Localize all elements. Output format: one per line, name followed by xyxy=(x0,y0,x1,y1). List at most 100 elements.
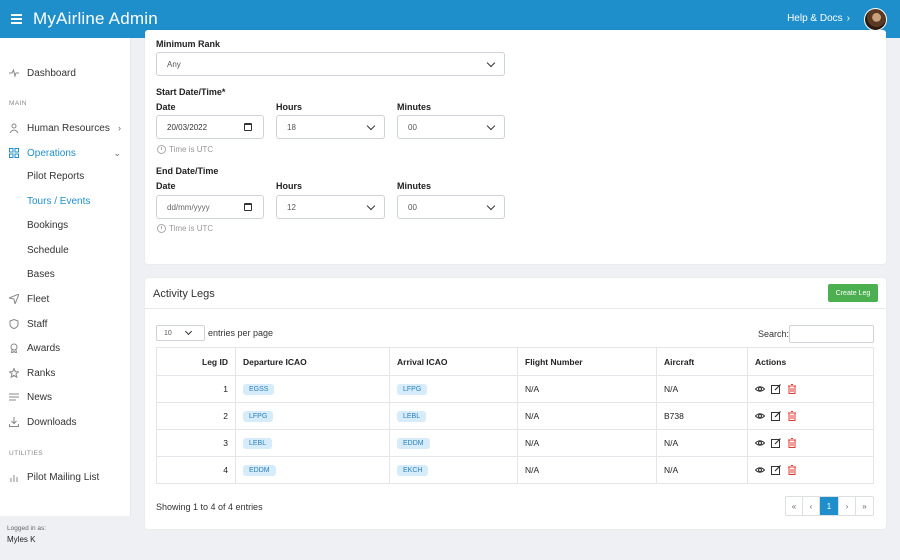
col-departure-icao[interactable]: Departure ICAO xyxy=(235,347,390,376)
trash-icon[interactable] xyxy=(787,384,797,394)
sidebar-item-dashboard[interactable]: Dashboard xyxy=(0,63,131,83)
sidebar-label: Staff xyxy=(27,318,48,330)
cell-flight-number: N/A xyxy=(517,429,657,457)
shield-icon xyxy=(9,318,19,330)
eye-icon[interactable] xyxy=(754,411,766,421)
start-date-input[interactable]: 20/03/2022 xyxy=(156,115,264,139)
calendar-icon[interactable] xyxy=(244,203,252,211)
calendar-icon[interactable] xyxy=(244,123,252,131)
sidebar-item-pilot-mailing-list[interactable]: Pilot Mailing List xyxy=(0,467,131,487)
trash-icon[interactable] xyxy=(787,438,797,448)
cell-leg-id: 1 xyxy=(156,375,236,403)
page-first-button[interactable]: « xyxy=(786,497,803,515)
col-arrival-icao[interactable]: Arrival ICAO xyxy=(389,347,518,376)
edit-icon[interactable] xyxy=(771,465,781,475)
icao-chip: EKCH xyxy=(397,465,429,476)
sidebar-sub-pilot-reports[interactable]: Pilot Reports xyxy=(27,171,84,182)
clock-icon xyxy=(157,224,166,233)
eye-icon[interactable] xyxy=(754,384,766,394)
page-1-button[interactable]: 1 xyxy=(820,497,839,515)
cell-departure-icao: LEBL xyxy=(235,429,390,457)
start-hours-label: Hours xyxy=(276,102,303,112)
min-rank-select[interactable]: Any xyxy=(156,52,505,76)
pagination: « ‹ 1 › » xyxy=(785,496,874,516)
start-minutes-value: 00 xyxy=(408,122,417,132)
sidebar-footer: Logged in as: Myles K xyxy=(0,516,131,560)
cell-flight-number: N/A xyxy=(517,375,657,403)
start-date-value: 20/03/2022 xyxy=(167,122,208,132)
cell-leg-id: 4 xyxy=(156,456,236,484)
legs-table: Leg ID Departure ICAO Arrival ICAO Fligh… xyxy=(156,347,874,484)
cell-arrival-icao: EKCH xyxy=(389,456,518,484)
trash-icon[interactable] xyxy=(787,411,797,421)
col-aircraft[interactable]: Aircraft xyxy=(656,347,748,376)
create-leg-button[interactable]: Create Leg xyxy=(828,284,878,302)
activity-legs-card: Activity Legs Create Leg 10 entries per … xyxy=(145,278,886,529)
trash-icon[interactable] xyxy=(787,465,797,475)
cell-aircraft: N/A xyxy=(656,456,748,484)
end-date-input[interactable]: dd/mm/yyyy xyxy=(156,195,264,219)
icao-chip: EGSS xyxy=(243,384,275,395)
sidebar-sub-tours-events[interactable]: Tours / Events xyxy=(27,196,90,207)
sidebar-sub-bookings[interactable]: Bookings xyxy=(27,220,68,231)
sidebar-sub-bases[interactable]: Bases xyxy=(27,269,55,280)
sidebar-label: Fleet xyxy=(27,293,50,305)
help-docs-link[interactable]: Help & Docs › xyxy=(787,13,850,24)
sidebar-sub-schedule[interactable]: Schedule xyxy=(27,245,69,256)
sidebar-item-ranks[interactable]: Ranks xyxy=(0,363,131,383)
app-title[interactable]: MyAirline Admin xyxy=(33,9,158,29)
sidebar-item-operations[interactable]: Operations ⌄ xyxy=(0,143,131,163)
cell-leg-id: 2 xyxy=(156,402,236,430)
chevron-down-icon xyxy=(366,121,376,131)
page-next-button[interactable]: › xyxy=(839,497,856,515)
user-avatar[interactable] xyxy=(864,8,887,31)
start-hours-select[interactable]: 18 xyxy=(276,115,385,139)
help-docs-label: Help & Docs xyxy=(787,13,843,24)
entries-per-page-label: entries per page xyxy=(208,328,274,338)
col-leg-id[interactable]: Leg ID xyxy=(156,347,236,376)
entries-per-page-select[interactable]: 10 xyxy=(156,325,205,341)
icao-chip: LEBL xyxy=(243,438,273,449)
col-flight-number[interactable]: Flight Number xyxy=(517,347,657,376)
cell-actions xyxy=(747,402,874,430)
end-minutes-select[interactable]: 00 xyxy=(397,195,505,219)
sidebar-section-main: MAIN xyxy=(9,100,27,107)
sidebar-label: Dashboard xyxy=(27,67,76,79)
sidebar-item-human-resources[interactable]: Human Resources › xyxy=(0,118,131,138)
chevron-down-icon xyxy=(486,201,496,211)
activity-legs-title: Activity Legs xyxy=(153,288,215,300)
icao-chip: LFPG xyxy=(397,384,428,395)
sidebar-label: Human Resources xyxy=(27,122,110,134)
sidebar-item-fleet[interactable]: Fleet xyxy=(0,289,131,309)
edit-icon[interactable] xyxy=(771,384,781,394)
cell-departure-icao: LFPG xyxy=(235,402,390,430)
sidebar-section-utilities: UTILITIES xyxy=(9,450,43,457)
start-hours-value: 18 xyxy=(287,122,296,132)
page-last-button[interactable]: » xyxy=(856,497,873,515)
min-rank-label: Minimum Rank xyxy=(156,39,221,49)
sidebar-item-downloads[interactable]: Downloads xyxy=(0,412,131,432)
icao-chip: LFPG xyxy=(243,411,274,422)
table-row: 1 EGSS LFPG N/A N/A xyxy=(156,375,874,403)
sidebar-item-awards[interactable]: Awards xyxy=(0,338,131,358)
search-input[interactable] xyxy=(789,325,874,343)
eye-icon[interactable] xyxy=(754,465,766,475)
sidebar-item-staff[interactable]: Staff xyxy=(0,314,131,334)
chevron-right-icon: › xyxy=(118,123,121,133)
edit-icon[interactable] xyxy=(771,411,781,421)
edit-icon[interactable] xyxy=(771,438,781,448)
event-form-card: Minimum Rank Any Start Date/Time* Date H… xyxy=(145,30,886,264)
chevron-down-icon xyxy=(184,327,193,336)
cell-aircraft: N/A xyxy=(656,429,748,457)
chevron-down-icon: ⌄ xyxy=(113,147,121,158)
menu-icon[interactable] xyxy=(11,14,22,24)
table-row: 3 LEBL EDDM N/A N/A xyxy=(156,429,874,457)
end-hours-select[interactable]: 12 xyxy=(276,195,385,219)
cell-actions xyxy=(747,456,874,484)
start-minutes-select[interactable]: 00 xyxy=(397,115,505,139)
sidebar-item-news[interactable]: News xyxy=(0,387,131,407)
end-date-value: dd/mm/yyyy xyxy=(167,202,210,212)
start-utc-hint-text: Time is UTC xyxy=(169,145,214,154)
page-prev-button[interactable]: ‹ xyxy=(803,497,820,515)
eye-icon[interactable] xyxy=(754,438,766,448)
